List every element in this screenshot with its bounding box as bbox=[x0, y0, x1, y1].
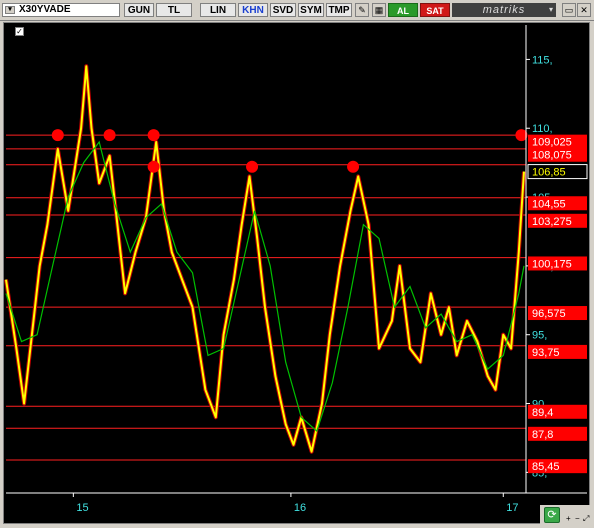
peak-marker bbox=[51, 129, 64, 142]
dropdown-icon[interactable]: ▾ bbox=[5, 6, 15, 14]
tab-tmp[interactable]: TMP bbox=[326, 3, 352, 17]
restore-icon[interactable]: ▭ bbox=[562, 3, 576, 17]
x-tick-label: 15 bbox=[76, 502, 88, 514]
peak-marker bbox=[147, 160, 160, 173]
series-layer bbox=[4, 64, 526, 454]
brand-label: matriks bbox=[482, 4, 526, 16]
brand-logo: matriks ▾ bbox=[452, 3, 556, 17]
buy-button[interactable]: AL bbox=[388, 3, 418, 17]
tab-khn[interactable]: KHN bbox=[238, 3, 268, 17]
close-icon[interactable]: ✕ bbox=[577, 3, 591, 17]
toolbar: ▾ X30YVADE GUN TL LIN KHN SVD SYM TMP ✎ … bbox=[0, 0, 594, 21]
tab-lin[interactable]: LIN bbox=[200, 3, 236, 17]
brand-dropdown-icon[interactable]: ▾ bbox=[549, 3, 554, 17]
y-tick-label: 115, bbox=[532, 54, 553, 66]
level-price-label: 85,45 bbox=[532, 461, 560, 473]
price-series bbox=[5, 65, 525, 453]
chart-checkbox[interactable]: ✓ bbox=[15, 27, 24, 36]
level-price-label: 100,175 bbox=[532, 258, 572, 270]
peak-marker bbox=[103, 129, 116, 142]
level-price-label: 109,025 bbox=[532, 137, 572, 149]
peak-markers bbox=[51, 129, 528, 173]
level-price-label: 103,275 bbox=[532, 216, 572, 228]
x-tick-label: 16 bbox=[294, 502, 306, 514]
bottom-controls: ⟳ + − ⤢ bbox=[540, 505, 590, 525]
price-series-outline bbox=[4, 64, 526, 454]
edit-icon[interactable]: ✎ bbox=[355, 3, 369, 17]
moving-average-series bbox=[5, 140, 525, 433]
level-price-label: 89,4 bbox=[532, 407, 553, 419]
level-price-label: 104,55 bbox=[532, 198, 566, 210]
symbol-selector[interactable]: ▾ X30YVADE bbox=[2, 3, 120, 17]
y-tick-label: 110, bbox=[532, 123, 553, 135]
tab-gun[interactable]: GUN bbox=[124, 3, 154, 17]
grid-icon[interactable]: ▦ bbox=[372, 3, 386, 17]
symbol-label: X30YVADE bbox=[19, 4, 71, 15]
level-price-label: 93,75 bbox=[532, 347, 560, 359]
level-price-label: 108,075 bbox=[532, 150, 572, 162]
chart-canvas[interactable]: 115,110,105,100,95,90,85,151617109,02510… bbox=[4, 23, 589, 523]
zoom-in-icon[interactable]: + bbox=[566, 514, 571, 523]
tab-tl[interactable]: TL bbox=[156, 3, 192, 17]
peak-marker bbox=[147, 129, 160, 142]
sell-button[interactable]: SAT bbox=[420, 3, 450, 17]
tab-svd[interactable]: SVD bbox=[270, 3, 296, 17]
refresh-icon[interactable]: ⟳ bbox=[544, 507, 560, 523]
peak-marker bbox=[246, 160, 259, 173]
level-price-label: 96,575 bbox=[532, 308, 566, 320]
y-tick-label: 95, bbox=[532, 330, 547, 342]
peak-marker bbox=[347, 160, 360, 173]
current-price-label: 106,85 bbox=[532, 167, 566, 179]
price-chart[interactable]: 115,110,105,100,95,90,85,151617109,02510… bbox=[3, 22, 590, 524]
x-tick-label: 17 bbox=[506, 502, 518, 514]
level-lines bbox=[6, 134, 526, 461]
expand-icon[interactable]: ⤢ bbox=[583, 514, 589, 524]
tab-sym[interactable]: SYM bbox=[298, 3, 324, 17]
level-price-label: 87,8 bbox=[532, 429, 553, 441]
zoom-out-icon[interactable]: − bbox=[575, 514, 580, 523]
